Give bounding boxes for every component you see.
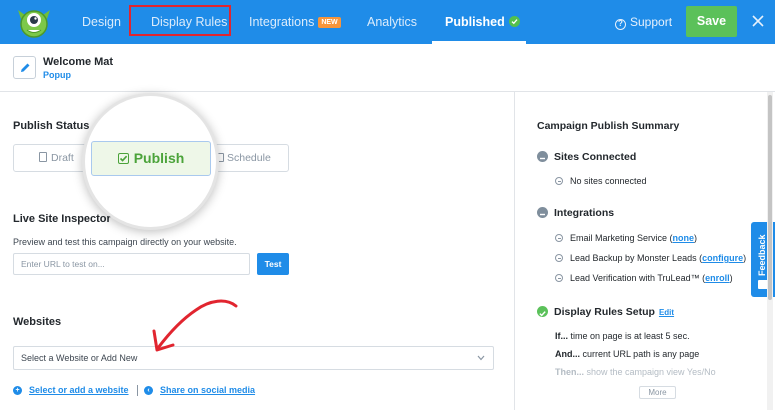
sites-connected-item: No sites connected (570, 176, 647, 186)
link-separator (137, 385, 138, 396)
pencil-icon (21, 63, 30, 72)
rule-and: And... current URL path is any page (555, 349, 699, 359)
tab-published[interactable]: Published (432, 0, 526, 44)
tab-published-label: Published (445, 15, 505, 29)
tab-analytics[interactable]: Analytics (367, 0, 417, 44)
support-link[interactable]: ? Support (615, 0, 672, 44)
rule-keyword: Then... (555, 367, 584, 377)
optinmonster-logo[interactable] (15, 3, 53, 41)
rule-keyword: And... (555, 349, 580, 359)
websites-title: Websites (13, 316, 62, 328)
website-select[interactable]: Select a Website or Add New (13, 346, 494, 370)
save-button[interactable]: Save (686, 6, 737, 37)
integration-suffix: ) (743, 253, 747, 263)
integration-item-monster-leads: Lead Backup by Monster Leads (configure) (570, 253, 746, 263)
integration-text: Email Marketing Service ( (570, 233, 673, 243)
select-add-website-link[interactable]: Select or add a website (29, 385, 129, 395)
integration-configure-link[interactable]: configure (702, 253, 743, 263)
tab-integrations-label: Integrations (249, 15, 315, 29)
help-icon: ? (615, 19, 626, 30)
share-social-link[interactable]: Share on social media (160, 385, 255, 395)
integration-text: Lead Verification with TruLead™ ( (570, 273, 706, 283)
campaign-type: Popup (43, 70, 71, 80)
minus-circle-icon (537, 151, 548, 162)
dash-circle-icon (555, 254, 563, 262)
checkbox-check-icon (117, 153, 129, 164)
publish-label: Publish (133, 150, 185, 166)
draft-option[interactable]: Draft (39, 145, 74, 171)
published-check-icon (508, 16, 520, 27)
scrollbar-thumb[interactable] (768, 95, 772, 300)
publish-summary-panel: Campaign Publish Summary Sites Connected… (514, 92, 775, 410)
integration-item-email: Email Marketing Service (none) (570, 233, 697, 243)
publish-status-title: Publish Status (13, 120, 90, 132)
support-label: Support (630, 15, 673, 29)
inspector-title: Live Site Inspector (13, 213, 111, 225)
url-input[interactable] (13, 253, 250, 275)
tab-integrations[interactable]: Integrations NEW (249, 0, 341, 44)
campaign-name: Welcome Mat (43, 56, 114, 68)
left-panel: Publish Status Draft Schedule Live Site … (0, 92, 513, 410)
minus-circle-icon (537, 207, 548, 218)
schedule-option[interactable]: Schedule (215, 145, 271, 171)
rule-then: Then... show the campaign view Yes/No (555, 367, 716, 377)
integration-item-trulead: Lead Verification with TruLead™ (enroll) (570, 273, 733, 283)
add-circle-icon: + (13, 386, 22, 395)
rule-text: show the campaign view Yes/No (584, 367, 716, 377)
edit-name-button[interactable] (13, 56, 36, 79)
chevron-down-icon (477, 355, 485, 361)
integration-text: Lead Backup by Monster Leads ( (570, 253, 703, 263)
draft-label: Draft (51, 152, 74, 164)
dash-circle-icon (555, 274, 563, 282)
integration-suffix: ) (729, 273, 733, 283)
top-nav: Design Display Rules Integrations NEW Ana… (0, 0, 775, 44)
integration-suffix: ) (694, 233, 698, 243)
edit-rules-link[interactable]: Edit (659, 308, 674, 317)
close-icon[interactable] (751, 14, 765, 28)
feedback-label: Feedback (757, 234, 767, 276)
campaign-header: Welcome Mat Popup (0, 44, 775, 92)
website-select-value: Select a Website or Add New (21, 353, 138, 363)
document-icon (39, 152, 47, 162)
tab-design[interactable]: Design (82, 0, 121, 44)
rule-if: If... time on page is at least 5 sec. (555, 331, 690, 341)
share-circle-icon: ‹ (144, 386, 153, 395)
more-button[interactable]: More (639, 386, 676, 399)
check-circle-icon (537, 306, 548, 317)
annotation-arrow (152, 299, 238, 352)
integration-enroll-link[interactable]: enroll (705, 273, 730, 283)
publish-option[interactable]: Publish (91, 141, 211, 176)
schedule-label: Schedule (227, 152, 271, 164)
display-rules-title: Display Rules Setup (554, 306, 655, 318)
new-badge: NEW (318, 17, 341, 28)
sites-connected-title: Sites Connected (554, 151, 637, 163)
rule-text: time on page is at least 5 sec. (568, 331, 690, 341)
integrations-title: Integrations (554, 207, 615, 219)
rule-text: current URL path is any page (580, 349, 700, 359)
inspector-description: Preview and test this campaign directly … (13, 237, 237, 247)
dash-circle-icon (555, 177, 563, 185)
rule-keyword: If... (555, 331, 568, 341)
display-rules-highlight (129, 5, 231, 36)
test-button[interactable]: Test (257, 253, 289, 275)
summary-title: Campaign Publish Summary (537, 120, 680, 132)
dash-circle-icon (555, 234, 563, 242)
display-rules-summary: Display Rules Setup Edit (554, 306, 674, 318)
integration-none-link[interactable]: none (673, 233, 695, 243)
